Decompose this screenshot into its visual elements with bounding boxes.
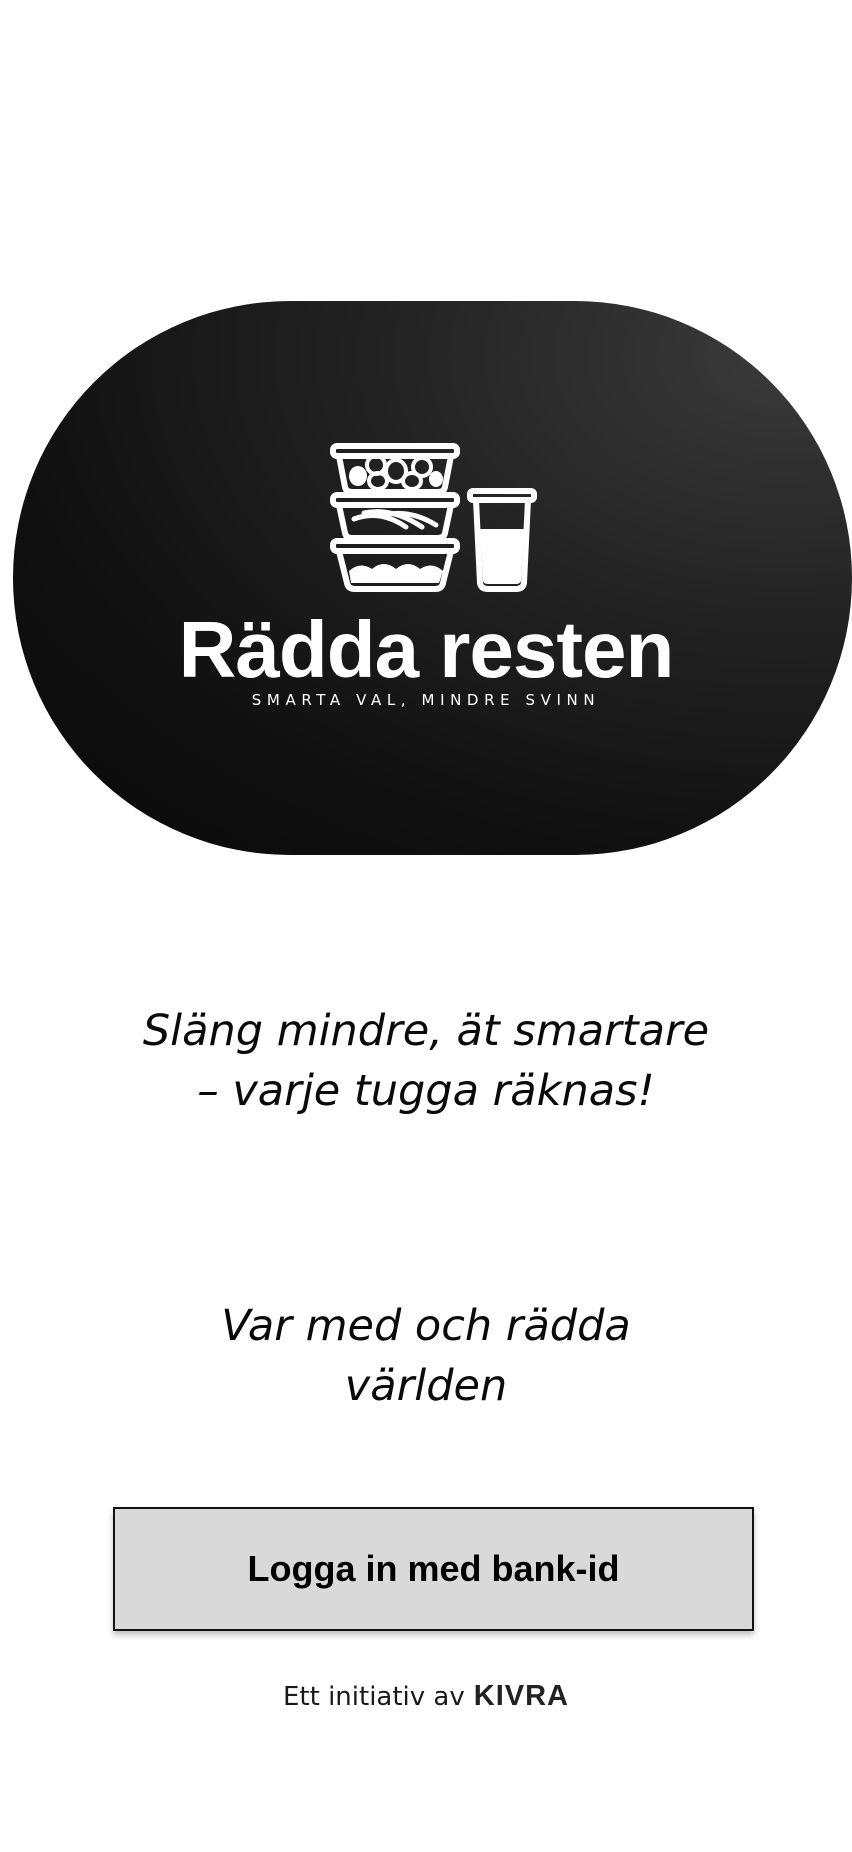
footer-text: Ett initiativ av [283,1682,465,1712]
kivra-logo: KIVRA [473,1680,569,1712]
secondary-slogan-line-2: världen [344,1361,508,1411]
food-containers-icon [330,443,537,592]
secondary-slogan: Var med och rädda världen [0,1296,852,1416]
login-button-label: Logga in med bank-id [247,1548,620,1589]
login-bankid-button[interactable]: Logga in med bank-id [113,1507,754,1631]
primary-slogan: Släng mindre, ät smartare – varje tugga … [0,1001,852,1121]
footer: Ett initiativ av KIVRA [0,1680,852,1713]
primary-slogan-line-1: Släng mindre, ät smartare [142,1006,710,1056]
primary-slogan-line-2: – varje tugga räknas! [197,1066,655,1116]
logo-title: Rädda resten [178,605,675,694]
secondary-slogan-line-1: Var med och rädda [221,1301,631,1351]
logo-tagline: SMARTA VAL, MINDRE SVINN [251,691,601,709]
